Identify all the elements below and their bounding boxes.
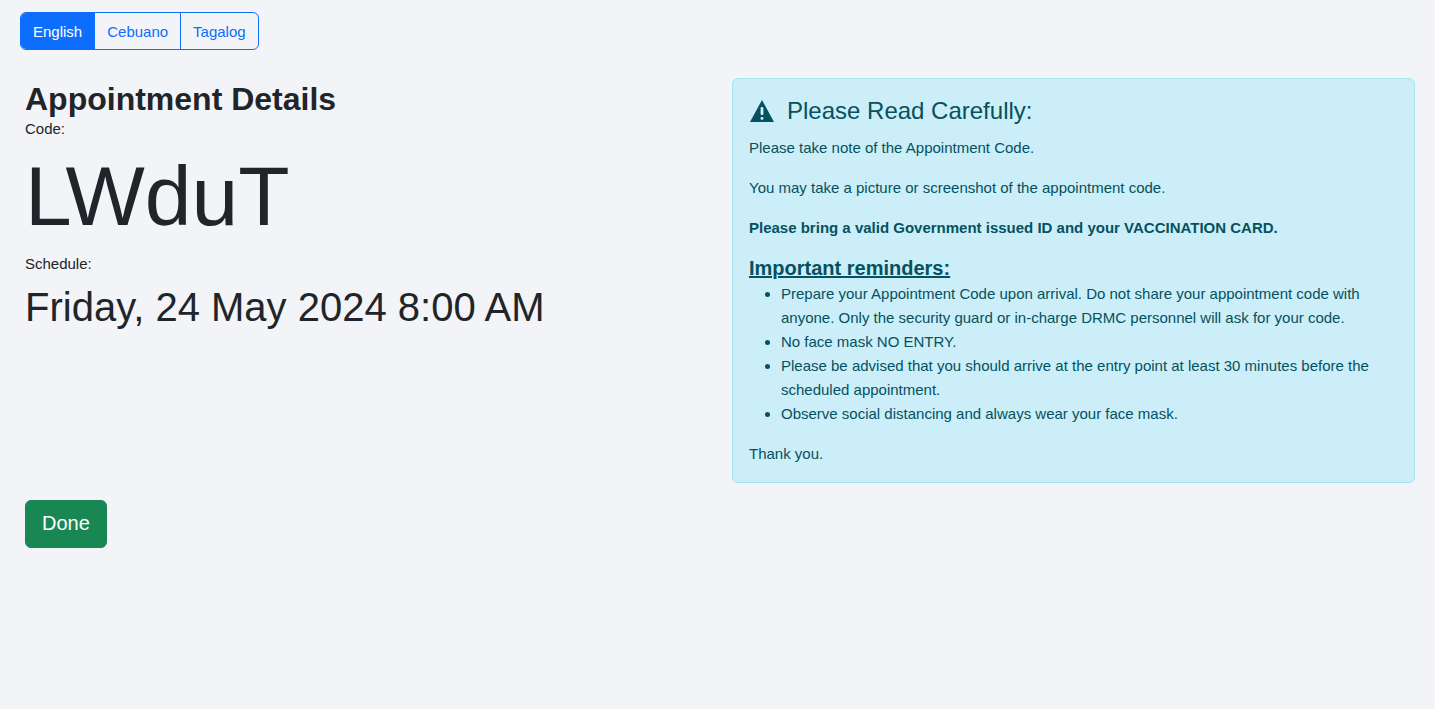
- appointment-details: Appointment DetailsCode: LWduT Schedule: Fr…: [25, 78, 707, 483]
- warning-icon: [749, 99, 775, 123]
- code-label: Code:: [25, 118, 707, 140]
- notice-emphasis: Please bring a valid Government issued I…: [749, 216, 1398, 240]
- schedule-value: Friday, 24 May 2024 8:00 AM: [25, 281, 707, 333]
- content-row: Appointment DetailsCode: LWduT Schedule: Fr…: [20, 78, 1415, 483]
- appointment-code: LWduT: [25, 146, 707, 247]
- schedule-label: Schedule:: [25, 253, 707, 275]
- reminder-item: No face mask NO ENTRY.: [781, 330, 1398, 354]
- notice-paragraph: You may take a picture or screenshot of …: [749, 176, 1398, 200]
- closing-text: Thank you.: [749, 442, 1398, 466]
- language-switcher: EnglishCebuanoTagalog: [20, 12, 259, 50]
- notice-paragraph: Please take note of the Appointment Code…: [749, 136, 1398, 160]
- reminder-item: Please be advised that you should arrive…: [781, 354, 1398, 402]
- language-tab[interactable]: Cebuano: [94, 13, 180, 49]
- actions: Done: [20, 500, 1415, 548]
- language-tab[interactable]: English: [21, 13, 94, 49]
- details-title: Appointment Details: [25, 78, 707, 118]
- notice-panel: Please Read Carefully: Please take note o…: [732, 78, 1415, 483]
- done-button[interactable]: Done: [25, 500, 107, 548]
- appointment-page: EnglishCebuanoTagalog Appointment Details…: [0, 0, 1435, 709]
- notice-title: Please Read Carefully:: [749, 97, 1398, 126]
- language-tab[interactable]: Tagalog: [180, 13, 258, 49]
- reminders-title: Important reminders:: [749, 256, 1398, 280]
- reminder-item: Prepare your Appointment Code upon arriv…: [781, 282, 1398, 330]
- reminders-list: Prepare your Appointment Code upon arriv…: [749, 282, 1398, 426]
- reminder-item: Observe social distancing and always wea…: [781, 402, 1398, 426]
